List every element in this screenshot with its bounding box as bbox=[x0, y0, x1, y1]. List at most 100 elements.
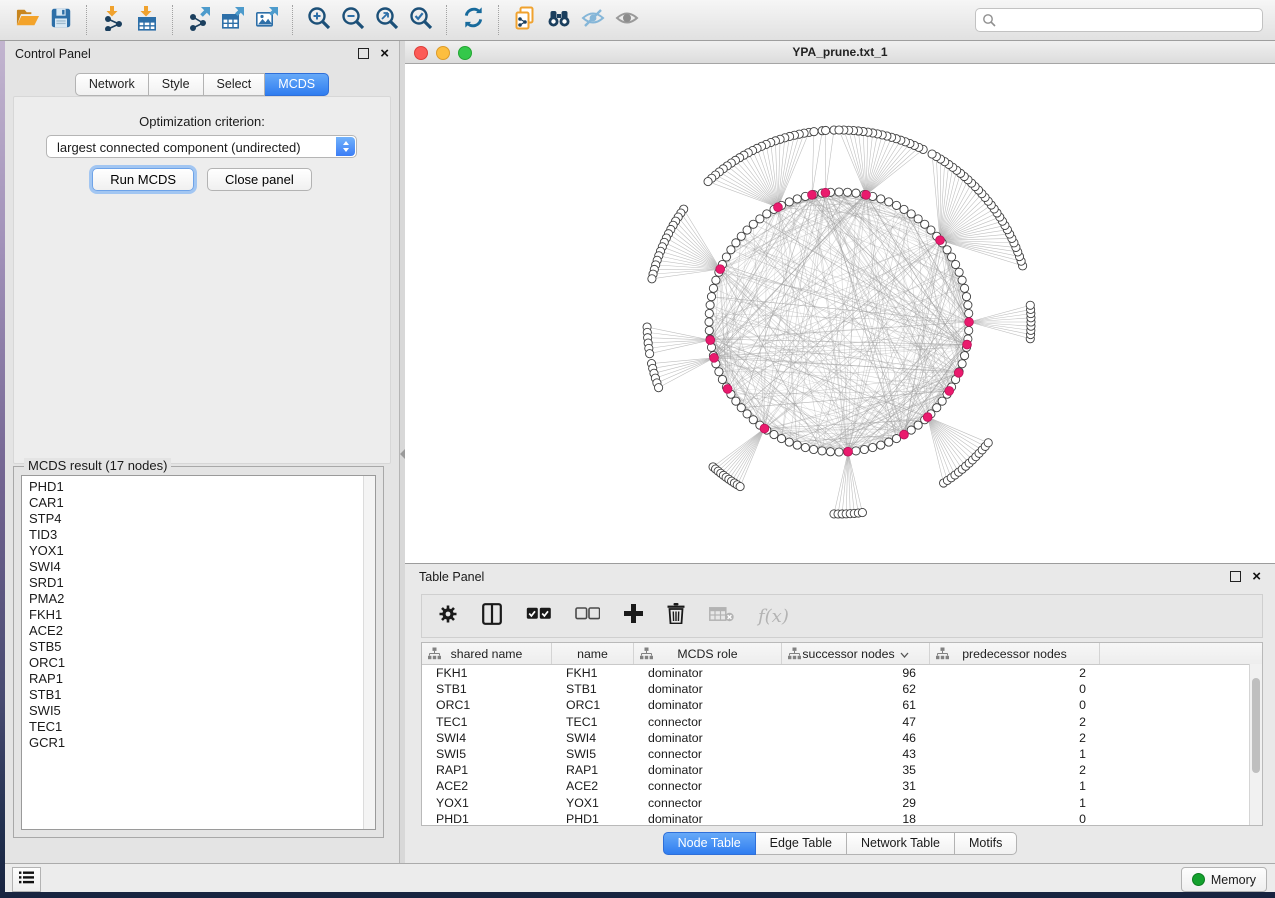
mcds-result-item[interactable]: YOX1 bbox=[22, 543, 375, 559]
import-table-button[interactable] bbox=[130, 4, 164, 36]
column-header-name[interactable]: name bbox=[552, 643, 634, 664]
mcds-result-item[interactable]: SRD1 bbox=[22, 575, 375, 591]
table-cell: 1 bbox=[930, 778, 1100, 794]
table-row[interactable]: STB1STB1dominator620 bbox=[422, 681, 1262, 697]
export-table-button[interactable] bbox=[216, 4, 250, 36]
mcds-result-item[interactable]: PHD1 bbox=[22, 479, 375, 495]
mcds-result-item[interactable]: SWI4 bbox=[22, 559, 375, 575]
mcds-result-item[interactable]: ACE2 bbox=[22, 623, 375, 639]
mcds-result-item[interactable]: TEC1 bbox=[22, 719, 375, 735]
network-window-titlebar[interactable]: YPA_prune.txt_1 bbox=[405, 41, 1275, 64]
table-cell: 96 bbox=[782, 665, 930, 681]
mcds-result-item[interactable]: STB1 bbox=[22, 687, 375, 703]
table-scrollbar[interactable] bbox=[1249, 664, 1262, 825]
float-window-icon[interactable] bbox=[1230, 571, 1241, 582]
table-cell: STB1 bbox=[422, 681, 552, 697]
refresh-view-button[interactable] bbox=[456, 4, 490, 36]
column-label: name bbox=[577, 647, 608, 661]
close-panel-icon[interactable]: × bbox=[1252, 572, 1261, 581]
plus-icon bbox=[624, 604, 643, 628]
table-cell: RAP1 bbox=[552, 762, 634, 778]
close-window-icon[interactable] bbox=[414, 46, 428, 60]
network-view-canvas[interactable] bbox=[405, 64, 1275, 563]
table-row[interactable]: SWI4SWI4dominator462 bbox=[422, 730, 1262, 746]
table-row[interactable]: ACE2ACE2connector311 bbox=[422, 778, 1262, 794]
select-all-button[interactable] bbox=[526, 607, 551, 625]
network-window: YPA_prune.txt_1 bbox=[405, 41, 1275, 563]
table-row[interactable]: YOX1YOX1connector291 bbox=[422, 795, 1262, 811]
tab-motifs[interactable]: Motifs bbox=[955, 832, 1017, 855]
column-header-shared-name[interactable]: shared name bbox=[422, 643, 552, 664]
import-network-button[interactable] bbox=[96, 4, 130, 36]
column-header-predecessor-nodes[interactable]: predecessor nodes bbox=[930, 643, 1100, 664]
mcds-result-item[interactable]: FKH1 bbox=[22, 607, 375, 623]
column-header-mcds-role[interactable]: MCDS role bbox=[634, 643, 782, 664]
zoom-fit-button[interactable] bbox=[370, 4, 404, 36]
split-panel-button[interactable] bbox=[482, 603, 502, 630]
clone-network-button[interactable] bbox=[508, 4, 542, 36]
control-panel-tabs: Network Style Select MCDS bbox=[5, 73, 399, 96]
table-row[interactable]: SWI5SWI5connector431 bbox=[422, 746, 1262, 762]
table-panel-titlebar: Table Panel × bbox=[405, 564, 1275, 589]
find-button[interactable] bbox=[542, 4, 576, 36]
mcds-result-item[interactable]: ORC1 bbox=[22, 655, 375, 671]
mcds-result-item[interactable]: PMA2 bbox=[22, 591, 375, 607]
table-cell: 47 bbox=[782, 714, 930, 730]
mcds-result-item[interactable]: SWI5 bbox=[22, 703, 375, 719]
table-scrollbar-thumb[interactable] bbox=[1252, 678, 1260, 773]
tab-network-table[interactable]: Network Table bbox=[847, 832, 955, 855]
add-column-button[interactable] bbox=[624, 604, 643, 628]
float-window-icon[interactable] bbox=[358, 48, 369, 59]
minimize-window-icon[interactable] bbox=[436, 46, 450, 60]
memory-button[interactable]: Memory bbox=[1181, 867, 1267, 892]
zoom-selected-button[interactable] bbox=[404, 4, 438, 36]
status-bar: Memory bbox=[5, 863, 1275, 892]
table-row[interactable]: RAP1RAP1dominator352 bbox=[422, 762, 1262, 778]
tab-network[interactable]: Network bbox=[75, 73, 149, 96]
mcds-result-item[interactable]: CAR1 bbox=[22, 495, 375, 511]
show-all-button[interactable] bbox=[610, 4, 644, 36]
table-row[interactable]: TEC1TEC1connector472 bbox=[422, 714, 1262, 730]
table-row[interactable]: ORC1ORC1dominator610 bbox=[422, 697, 1262, 713]
maximize-window-icon[interactable] bbox=[458, 46, 472, 60]
open-session-button[interactable] bbox=[10, 4, 44, 36]
delete-column-button[interactable] bbox=[667, 603, 685, 629]
zoom-out-button[interactable] bbox=[336, 4, 370, 36]
close-panel-icon[interactable]: × bbox=[380, 49, 389, 58]
table-cell: SWI4 bbox=[552, 730, 634, 746]
tab-mcds[interactable]: MCDS bbox=[265, 73, 329, 96]
task-history-button[interactable] bbox=[12, 867, 41, 892]
tab-edge-table[interactable]: Edge Table bbox=[756, 832, 847, 855]
table-row[interactable]: FKH1FKH1dominator962 bbox=[422, 665, 1262, 681]
tab-select[interactable]: Select bbox=[204, 73, 266, 96]
mcds-result-item[interactable]: TID3 bbox=[22, 527, 375, 543]
tab-style[interactable]: Style bbox=[149, 73, 204, 96]
table-cell: dominator bbox=[634, 811, 782, 826]
mcds-result-item[interactable]: STP4 bbox=[22, 511, 375, 527]
hide-selected-button[interactable] bbox=[576, 4, 610, 36]
table-settings-button[interactable] bbox=[438, 604, 458, 629]
save-session-button[interactable] bbox=[44, 4, 78, 36]
deselect-all-button[interactable] bbox=[575, 607, 600, 625]
mcds-result-item[interactable]: GCR1 bbox=[22, 735, 375, 751]
close-panel-button[interactable]: Close panel bbox=[207, 168, 312, 191]
criterion-dropdown[interactable]: largest connected component (undirected) bbox=[46, 135, 357, 158]
table-row[interactable]: PHD1PHD1dominator180 bbox=[422, 811, 1262, 826]
column-label: MCDS role bbox=[677, 647, 737, 661]
zoom-fit-icon bbox=[374, 5, 400, 36]
zoom-in-button[interactable] bbox=[302, 4, 336, 36]
mcds-result-item[interactable]: STB5 bbox=[22, 639, 375, 655]
table-cell: ACE2 bbox=[422, 778, 552, 794]
export-image-button[interactable] bbox=[250, 4, 284, 36]
mcds-result-item[interactable]: RAP1 bbox=[22, 671, 375, 687]
export-network-button[interactable] bbox=[182, 4, 216, 36]
mcds-list-scrollbar[interactable] bbox=[363, 476, 375, 829]
toolbar-separator bbox=[498, 5, 500, 35]
table-cell: SWI5 bbox=[422, 746, 552, 762]
run-mcds-button[interactable]: Run MCDS bbox=[92, 168, 194, 191]
search-input[interactable] bbox=[975, 8, 1263, 32]
export-network-icon bbox=[186, 5, 212, 36]
toolbar-separator bbox=[172, 5, 174, 35]
column-header-successor-nodes[interactable]: successor nodes bbox=[782, 643, 930, 664]
tab-node-table[interactable]: Node Table bbox=[663, 832, 756, 855]
